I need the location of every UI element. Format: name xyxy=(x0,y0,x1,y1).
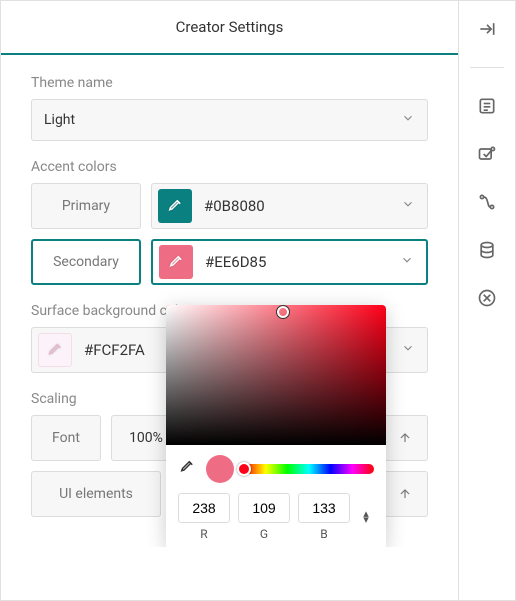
secondary-label: Secondary xyxy=(31,239,141,285)
panel-header: Creator Settings xyxy=(1,1,458,55)
close-circle-icon xyxy=(477,288,497,308)
panel-title: Creator Settings xyxy=(176,18,284,36)
ui-elements-label: UI elements xyxy=(31,471,161,517)
theme-name-label: Theme name xyxy=(31,75,428,91)
primary-hex: #0B8080 xyxy=(204,197,389,215)
panel-content: Theme name Light Accent colors Primary #… xyxy=(1,55,458,547)
hue-slider[interactable] xyxy=(244,464,374,474)
g-label: G xyxy=(238,527,290,541)
font-label: Font xyxy=(31,415,101,461)
main-panel: Creator Settings Theme name Light Accent… xyxy=(1,1,459,600)
chevron-down-icon xyxy=(401,111,415,129)
color-picker-popover: R G B ▴▾ xyxy=(166,305,386,547)
surface-bg-swatch xyxy=(38,333,72,367)
list-button[interactable] xyxy=(475,94,499,118)
saturation-area[interactable] xyxy=(166,305,386,445)
secondary-hex: #EE6D85 xyxy=(205,253,388,271)
eyedropper-icon xyxy=(167,253,185,271)
collapse-button[interactable] xyxy=(475,17,499,41)
theme-name-value: Light xyxy=(44,112,401,128)
color-mode-toggle[interactable]: ▴▾ xyxy=(358,511,374,523)
chevron-down-icon xyxy=(401,341,415,359)
logic-button[interactable] xyxy=(475,190,499,214)
hue-cursor[interactable] xyxy=(237,462,251,476)
collapse-icon xyxy=(477,19,497,39)
b-label: B xyxy=(298,527,350,541)
r-label: R xyxy=(178,527,230,541)
design-icon xyxy=(477,144,497,164)
primary-color-field[interactable]: #0B8080 xyxy=(151,183,428,229)
eyedropper-icon xyxy=(166,197,184,215)
font-scale-up[interactable] xyxy=(382,415,428,461)
data-button[interactable] xyxy=(475,238,499,262)
r-input[interactable] xyxy=(178,493,230,523)
close-button[interactable] xyxy=(475,286,499,310)
theme-name-dropdown[interactable]: Light xyxy=(31,99,428,141)
primary-label: Primary xyxy=(31,183,141,229)
arrow-up-icon xyxy=(398,487,412,501)
primary-color-row: Primary #0B8080 xyxy=(31,183,428,229)
eyedropper-button[interactable] xyxy=(178,458,196,480)
chevron-down-icon xyxy=(400,253,414,271)
saturation-cursor[interactable] xyxy=(277,306,289,318)
design-button[interactable] xyxy=(475,142,499,166)
g-input[interactable] xyxy=(238,493,290,523)
ui-scale-up[interactable] xyxy=(382,471,428,517)
secondary-color-field[interactable]: #EE6D85 xyxy=(151,239,428,285)
database-icon xyxy=(477,240,497,260)
secondary-swatch xyxy=(159,245,193,279)
picker-controls: R G B ▴▾ xyxy=(166,445,386,547)
current-color-swatch xyxy=(206,455,234,483)
secondary-color-row: Secondary #EE6D85 xyxy=(31,239,428,285)
logic-icon xyxy=(477,192,497,212)
eyedropper-icon xyxy=(46,341,64,359)
list-icon xyxy=(477,96,497,116)
arrow-up-icon xyxy=(398,431,412,445)
chevron-down-icon xyxy=(401,197,415,215)
app-root: Creator Settings Theme name Light Accent… xyxy=(0,0,516,601)
primary-swatch xyxy=(158,189,192,223)
b-input[interactable] xyxy=(298,493,350,523)
accent-colors-label: Accent colors xyxy=(31,159,428,175)
right-sidebar xyxy=(459,1,515,600)
